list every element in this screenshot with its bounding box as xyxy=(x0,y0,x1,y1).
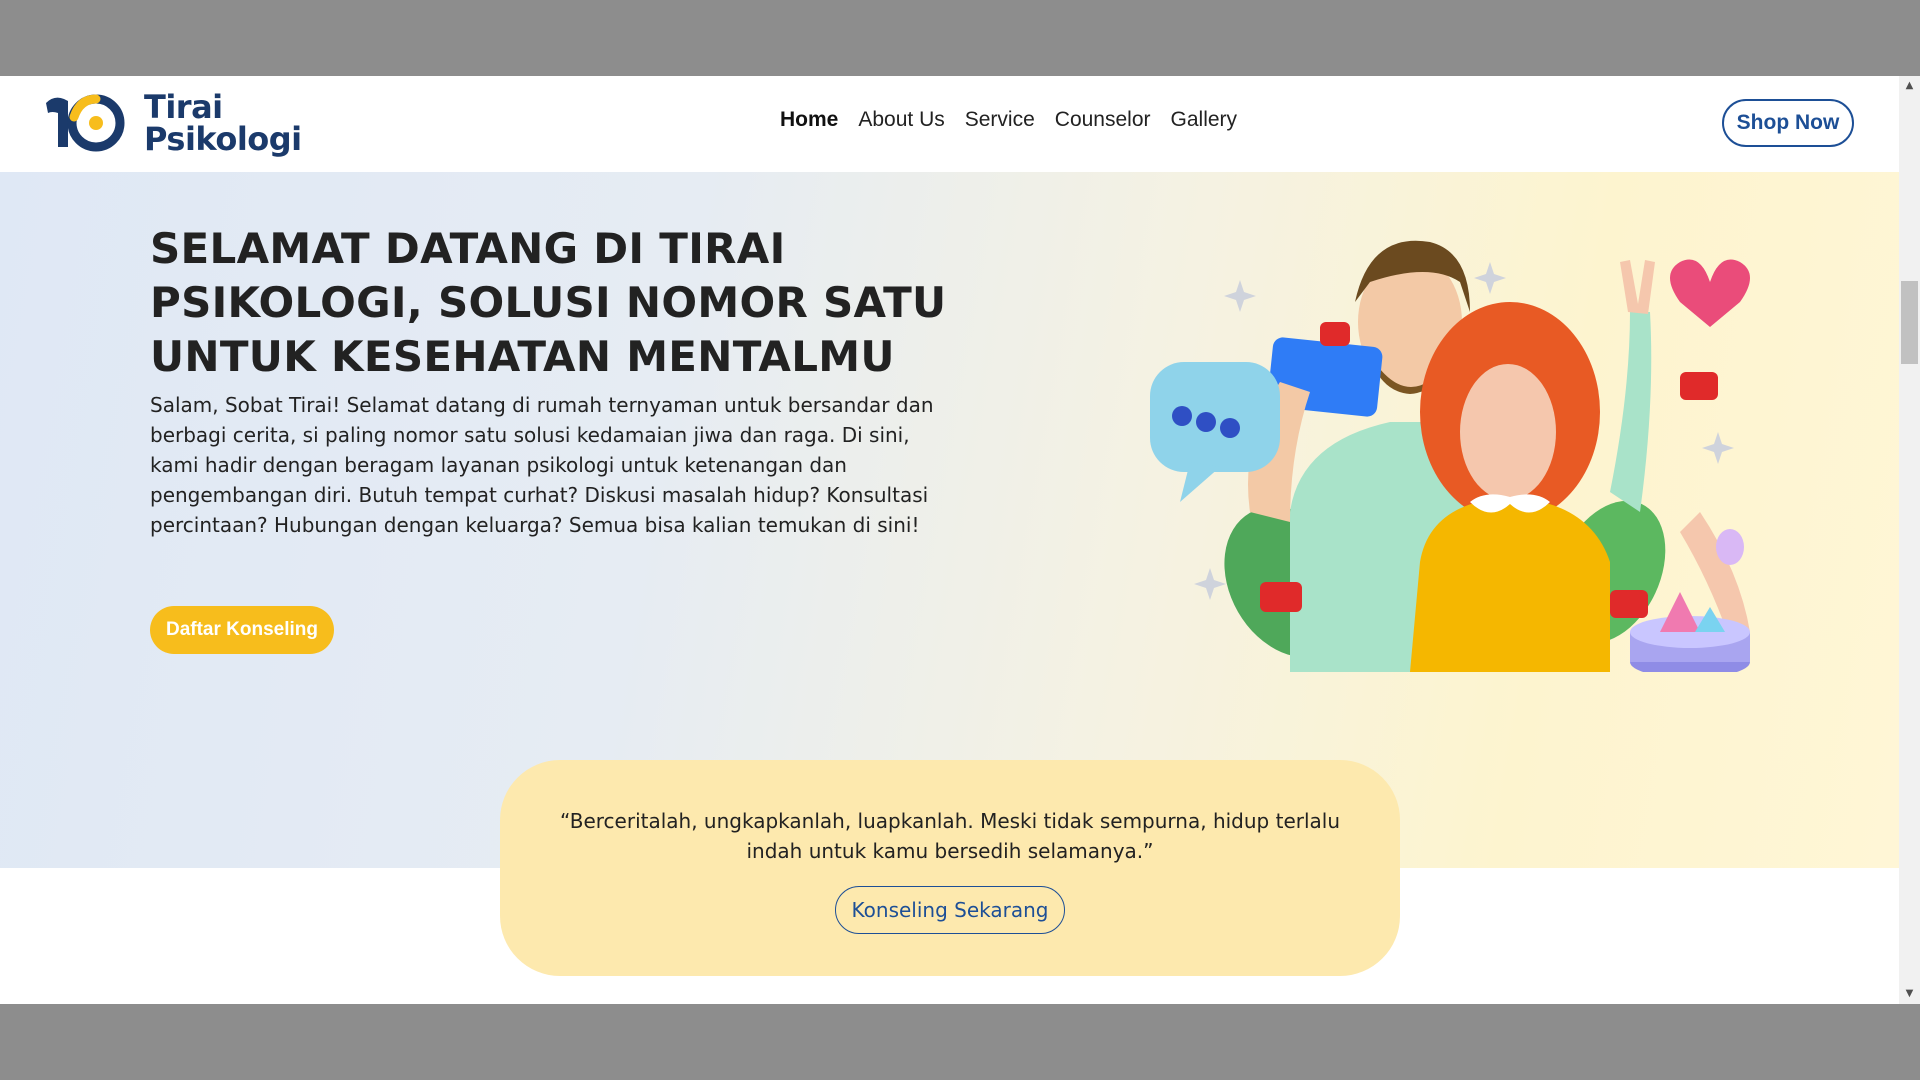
main-nav: Home About Us Service Counselor Gallery xyxy=(780,108,1237,132)
brand-name: Tirai Psikologi xyxy=(144,91,302,155)
hero-description: Salam, Sobat Tirai! Selamat datang di ru… xyxy=(150,393,934,537)
konseling-sekarang-button[interactable]: Konseling Sekarang xyxy=(835,886,1065,934)
nav-home[interactable]: Home xyxy=(780,108,838,132)
brand-name-line2: Psikologi xyxy=(144,120,302,158)
nav-gallery[interactable]: Gallery xyxy=(1171,108,1238,132)
screen-top-margin xyxy=(0,0,1920,76)
screen-bottom-margin xyxy=(0,1004,1920,1080)
triangle-down-icon[interactable]: ▼ xyxy=(1899,984,1920,1004)
quote-text: “Berceritalah, ungkapkanlah, luapkanlah.… xyxy=(560,809,1341,863)
browser-viewport: Tirai Psikologi Home About Us Service Co… xyxy=(0,76,1899,1004)
navbar: Tirai Psikologi Home About Us Service Co… xyxy=(0,76,1899,172)
tirai-logo-icon xyxy=(46,94,125,152)
shop-now-button[interactable]: Shop Now xyxy=(1722,99,1854,147)
vertical-scrollbar[interactable]: ▲ ▼ xyxy=(1899,76,1920,1004)
nav-counselor[interactable]: Counselor xyxy=(1055,108,1151,132)
nav-service[interactable]: Service xyxy=(965,108,1035,132)
triangle-up-icon[interactable]: ▲ xyxy=(1899,76,1920,96)
scrollbar-thumb[interactable] xyxy=(1901,281,1918,364)
hero-illustration xyxy=(1150,240,1750,672)
hero-title: SELAMAT DATANG DI TIRAI PSIKOLOGI, SOLUS… xyxy=(150,224,947,381)
brand-logo[interactable]: Tirai Psikologi xyxy=(44,88,304,158)
daftar-konseling-button[interactable]: Daftar Konseling xyxy=(150,606,334,654)
quote-card: “Berceritalah, ungkapkanlah, luapkanlah.… xyxy=(500,760,1400,976)
brand-name-line1: Tirai xyxy=(144,88,223,126)
nav-about-us[interactable]: About Us xyxy=(858,108,944,132)
